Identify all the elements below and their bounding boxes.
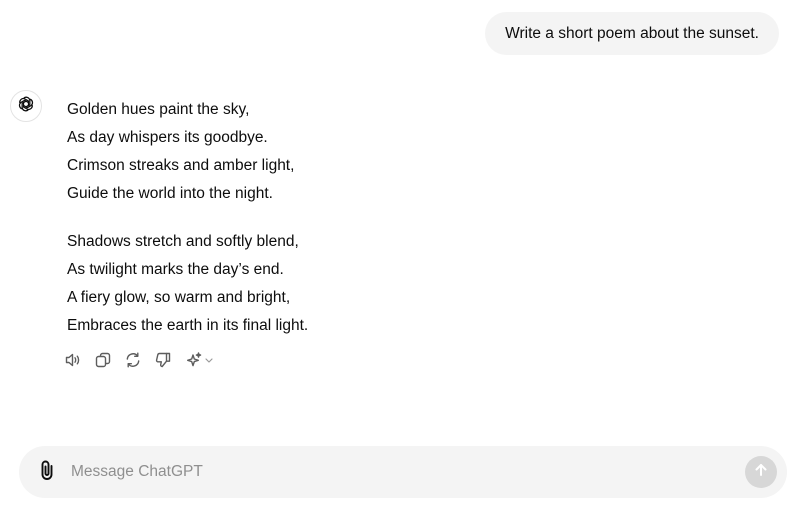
- user-message-text: Write a short poem about the sunset.: [505, 24, 759, 42]
- poem-line: Crimson streaks and amber light,: [67, 157, 295, 174]
- message-input[interactable]: [71, 459, 711, 485]
- arrow-up-icon: [753, 462, 769, 483]
- poem-line: As twilight marks the day’s end.: [67, 261, 284, 278]
- regenerate-button[interactable]: [124, 351, 142, 369]
- chevron-down-icon: [204, 355, 214, 365]
- chat-page: Write a short poem about the sunset. Gol…: [0, 0, 808, 505]
- paperclip-icon: [39, 459, 55, 486]
- poem-line: A fiery glow, so warm and bright,: [67, 289, 291, 306]
- read-aloud-button[interactable]: [64, 351, 82, 369]
- poem-line: Golden hues paint the sky,: [67, 101, 250, 118]
- chatgpt-logo-icon: [16, 94, 36, 119]
- poem-line: Embraces the earth in its final light.: [67, 317, 309, 334]
- poem-line: Shadows stretch and softly blend,: [67, 233, 299, 250]
- poem-stanza: Golden hues paint the sky, As day whispe…: [67, 96, 308, 208]
- sparkle-icon: [185, 351, 203, 369]
- poem-line: As day whispers its goodbye.: [67, 129, 268, 146]
- poem-stanza: Shadows stretch and softly blend, As twi…: [67, 228, 308, 340]
- assistant-message: Golden hues paint the sky, As day whispe…: [67, 96, 308, 340]
- assistant-avatar: [10, 90, 42, 122]
- message-composer: [19, 446, 787, 498]
- message-actions: [64, 351, 214, 369]
- send-button[interactable]: [745, 456, 777, 488]
- thumbs-down-icon: [154, 351, 172, 369]
- speaker-icon: [64, 351, 82, 369]
- user-message-bubble: Write a short poem about the sunset.: [485, 12, 779, 55]
- change-model-button[interactable]: [184, 351, 214, 369]
- copy-button[interactable]: [94, 351, 112, 369]
- regenerate-icon: [124, 351, 142, 369]
- poem-line: Guide the world into the night.: [67, 185, 273, 202]
- attach-button[interactable]: [37, 459, 57, 486]
- bad-response-button[interactable]: [154, 351, 172, 369]
- copy-icon: [94, 351, 112, 369]
